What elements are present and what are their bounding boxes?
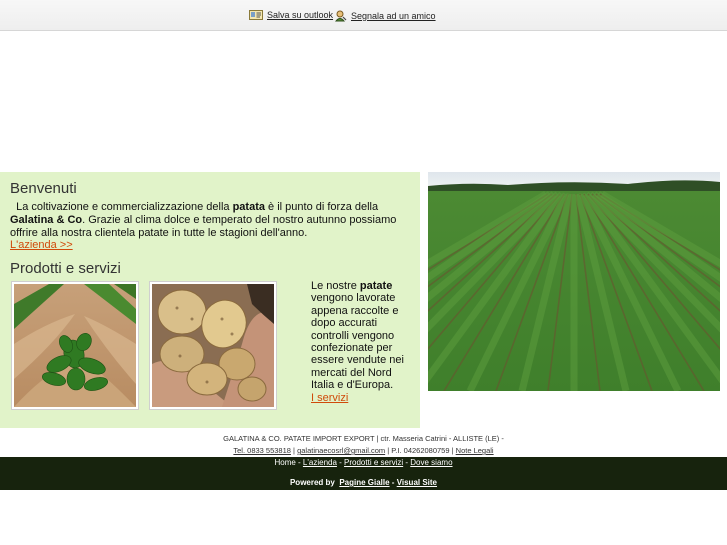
products-heading: Prodotti e servizi [10,260,121,277]
services-link[interactable]: I servizi [311,392,348,404]
welcome-bold-2: Galatina & Co [10,214,83,226]
contact-line: Tel. 0833 553818 | galatinaecosrl@gmail.… [0,446,727,455]
vcard-icon [249,10,263,20]
vat-number: | P.I. 04262080759 | [385,446,456,455]
products-description: Le nostre patate vengono lavorate appena… [311,280,407,392]
nav-azienda[interactable]: L'azienda [303,458,337,467]
visual-site-link[interactable]: Visual Site [397,478,437,487]
welcome-text-1: La coltivazione e commercializzazione de… [16,201,233,213]
nav-sep: - [336,458,345,467]
report-friend-link[interactable]: Segnala ad un amico [335,10,436,22]
footer-navbar: Home - L'azienda - Prodotti e servizi - … [0,457,727,490]
welcome-text-2: è il punto di forza della [264,201,379,213]
phone-link[interactable]: Tel. 0833 553818 [233,446,291,455]
report-friend-label: Segnala ad un amico [351,11,436,21]
welcome-bold-1: patata [232,201,265,213]
potatoes-in-hands-image [152,284,274,407]
potato-field-photo [208,172,727,395]
nav-home[interactable]: Home [274,458,295,467]
nav-dove-siamo[interactable]: Dove siamo [410,458,452,467]
potato-field-thumbnail [11,281,139,410]
potato-plant-image [14,284,136,407]
products-text-2: vengono lavorate appena raccolte e dopo … [311,292,404,392]
powered-by-label: Powered by [289,478,335,487]
top-toolbar: Salva su outlook Segnala ad un amico [0,0,727,31]
powered-sep: - [389,478,397,487]
save-outlook-link[interactable]: Salva su outlook [249,10,333,20]
welcome-heading: Benvenuti [10,180,77,197]
nav-prodotti[interactable]: Prodotti e servizi [344,458,403,467]
company-address: GALATINA & CO. PATATE IMPORT EXPORT | ct… [223,434,504,443]
nav-sep: - [295,458,303,467]
user-icon [335,10,347,22]
footer-nav: Home - L'azienda - Prodotti e servizi - … [0,458,727,467]
save-outlook-label: Salva su outlook [267,10,334,20]
potatoes-thumbnail [149,281,277,410]
pagine-gialle-link[interactable]: Pagine Gialle [339,478,389,487]
legal-notes-link[interactable]: Note Legali [456,446,494,455]
field-rows-image [208,172,727,395]
company-link[interactable]: L'azienda >> [10,239,73,251]
powered-by: Powered by Pagine Gialle - Visual Site [0,478,727,487]
products-text-1: Le nostre [311,280,360,292]
products-bold: patate [359,280,393,292]
email-link[interactable]: galatinaecosrl@gmail.com [297,446,385,455]
content-panel: Benvenuti La coltivazione e commercializ… [0,172,420,428]
welcome-text: La coltivazione e commercializzazione de… [10,201,410,240]
